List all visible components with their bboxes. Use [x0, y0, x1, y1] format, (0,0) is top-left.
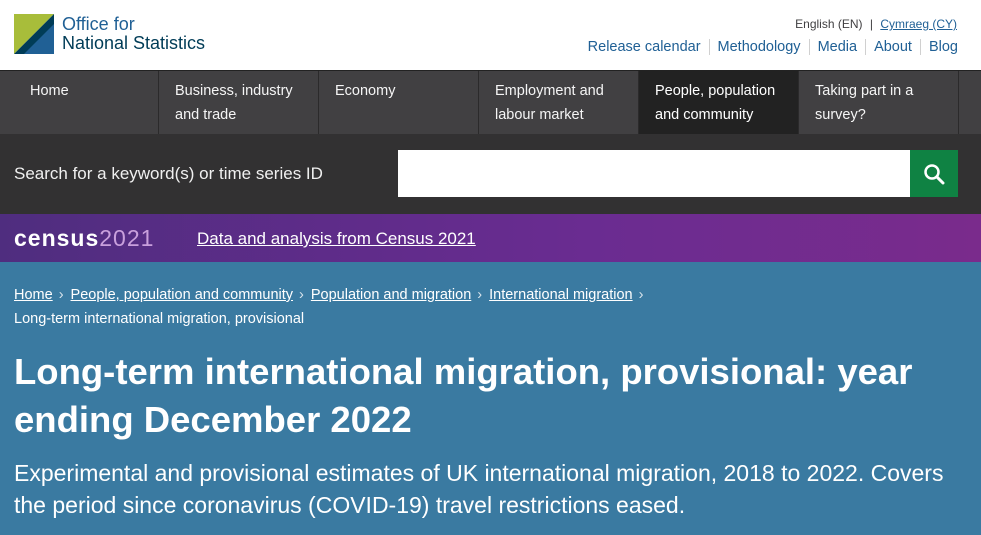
release-calendar-link[interactable]: Release calendar — [580, 39, 709, 55]
page-subtitle: Experimental and provisional estimates o… — [14, 460, 944, 518]
primary-nav: Home Business, industry and trade Econom… — [0, 70, 981, 134]
breadcrumb-international-migration[interactable]: International migration — [489, 287, 632, 303]
logo-text: Office for National Statistics — [62, 15, 205, 53]
census-logo: census2021 — [14, 225, 154, 252]
nav-item-survey[interactable]: Taking part in a survey? — [799, 71, 959, 134]
logo-line-1: Office for — [62, 14, 135, 34]
breadcrumb-population-migration[interactable]: Population and migration — [311, 287, 471, 303]
census-banner: census2021 Data and analysis from Census… — [0, 214, 981, 262]
nav-item-people[interactable]: People, population and community — [639, 71, 799, 134]
breadcrumb-people-population[interactable]: People, population and community — [71, 287, 293, 303]
lang-separator: | — [869, 17, 873, 31]
chevron-right-icon: › — [638, 287, 644, 303]
media-link[interactable]: Media — [808, 39, 866, 55]
logo-line-2: National Statistics — [62, 33, 206, 53]
nav-label-line2: and community — [655, 107, 754, 123]
census-wordmark: census — [14, 225, 100, 251]
search-input[interactable] — [398, 150, 910, 197]
nav-item-employment[interactable]: Employment and labour market — [479, 71, 639, 134]
census-year: 2021 — [99, 225, 155, 251]
search-label: Search for a keyword(s) or time series I… — [14, 164, 323, 183]
nav-label-line2: and trade — [175, 107, 237, 123]
breadcrumb: Home › People, population and community › Po… — [14, 283, 957, 331]
search-button[interactable] — [910, 150, 958, 197]
about-link[interactable]: About — [865, 39, 920, 55]
search-icon — [924, 163, 945, 184]
methodology-link[interactable]: Methodology — [708, 39, 809, 55]
page-hero: Home › People, population and community › Po… — [0, 262, 981, 535]
ons-logo-link[interactable]: Office for National Statistics — [14, 14, 205, 54]
nav-item-business[interactable]: Business, industry and trade — [159, 71, 319, 134]
nav-label-line1: People, population — [655, 83, 776, 99]
language-switcher: English (EN) | Cymraeg (CY) — [795, 17, 957, 31]
site-header: Office for National Statistics English (… — [0, 0, 981, 70]
ons-logo-icon — [14, 14, 54, 54]
chevron-right-icon: › — [477, 287, 483, 303]
nav-label-line2: survey? — [815, 107, 866, 123]
breadcrumb-home[interactable]: Home — [14, 287, 53, 303]
nav-label-line2: labour market — [495, 107, 584, 123]
nav-label-line1: Business, industry — [175, 83, 293, 99]
secondary-nav: Release calendar Methodology Media About… — [580, 39, 958, 55]
lang-welsh-link[interactable]: Cymraeg (CY) — [880, 17, 957, 31]
nav-label-line1: Economy — [335, 83, 396, 99]
chevron-right-icon: › — [58, 287, 64, 303]
nav-label-line1: Home — [30, 83, 69, 99]
lang-english: English (EN) — [795, 17, 863, 31]
nav-label-line1: Taking part in a — [815, 83, 914, 99]
page-title: Long-term international migration, provi… — [14, 351, 913, 440]
nav-label-line1: Employment and — [495, 83, 604, 99]
nav-item-economy[interactable]: Economy — [319, 71, 479, 134]
search-bar: Search for a keyword(s) or time series I… — [0, 134, 981, 214]
breadcrumb-current: Long-term international migration, provi… — [14, 311, 305, 327]
chevron-right-icon: › — [299, 287, 304, 303]
census-data-link[interactable]: Data and analysis from Census 2021 — [197, 229, 476, 249]
nav-item-home[interactable]: Home — [14, 71, 159, 134]
blog-link[interactable]: Blog — [919, 39, 958, 55]
